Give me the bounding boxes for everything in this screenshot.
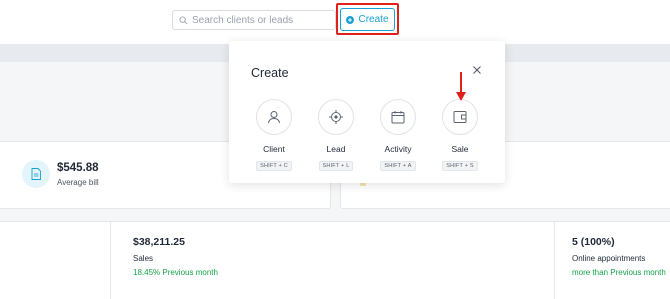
create-activity-option[interactable]: Activity SHIFT + A bbox=[373, 99, 423, 172]
create-client-label: Client bbox=[263, 144, 285, 154]
wallet-icon bbox=[453, 111, 467, 123]
create-client-circle[interactable] bbox=[256, 99, 292, 135]
calendar-icon bbox=[391, 111, 405, 124]
create-lead-circle[interactable] bbox=[318, 99, 354, 135]
create-button[interactable]: Create bbox=[340, 8, 395, 31]
online-appointments-label: Online appointments bbox=[572, 254, 646, 263]
create-sale-circle[interactable] bbox=[442, 99, 478, 135]
create-sale-label: Sale bbox=[451, 144, 469, 154]
create-activity-circle[interactable] bbox=[380, 99, 416, 135]
search-input[interactable] bbox=[192, 14, 332, 26]
create-lead-label: Lead bbox=[326, 144, 346, 154]
sales-delta: 18.45% Previous month bbox=[133, 268, 218, 277]
close-icon bbox=[473, 66, 481, 74]
user-icon bbox=[268, 111, 280, 124]
search-icon bbox=[179, 15, 188, 24]
create-sale-shortcut: SHIFT + S bbox=[442, 161, 478, 171]
create-sale-option[interactable]: Sale SHIFT + S bbox=[435, 99, 485, 172]
average-bill-label: Average bill bbox=[57, 178, 99, 187]
stats-divider bbox=[110, 222, 111, 299]
create-button-label: Create bbox=[358, 14, 389, 25]
target-icon bbox=[329, 110, 343, 124]
modal-title: Create bbox=[251, 66, 289, 80]
create-modal: Create Client SHIFT + C Lead SHIFT + L A… bbox=[229, 41, 505, 183]
create-lead-shortcut: SHIFT + L bbox=[318, 161, 354, 171]
search-box[interactable] bbox=[172, 10, 336, 30]
stats-divider bbox=[554, 222, 555, 299]
create-client-option[interactable]: Client SHIFT + C bbox=[249, 99, 299, 172]
create-client-shortcut: SHIFT + C bbox=[256, 161, 292, 171]
create-activity-shortcut: SHIFT + A bbox=[380, 161, 416, 171]
online-appointments-value: 5 (100%) bbox=[572, 236, 615, 248]
create-lead-option[interactable]: Lead SHIFT + L bbox=[311, 99, 361, 172]
create-activity-label: Activity bbox=[384, 144, 412, 154]
sales-value: $38,211.25 bbox=[133, 236, 185, 248]
receipt-icon bbox=[22, 160, 50, 188]
sales-label: Sales bbox=[133, 254, 154, 263]
close-button[interactable] bbox=[471, 64, 483, 76]
online-appointments-delta: more than Previous month bbox=[572, 268, 666, 277]
annotation-arrow-icon bbox=[456, 72, 466, 101]
stats-row bbox=[0, 221, 670, 299]
plus-circle-icon bbox=[346, 15, 355, 24]
average-bill-value: $545.88 bbox=[57, 162, 99, 174]
